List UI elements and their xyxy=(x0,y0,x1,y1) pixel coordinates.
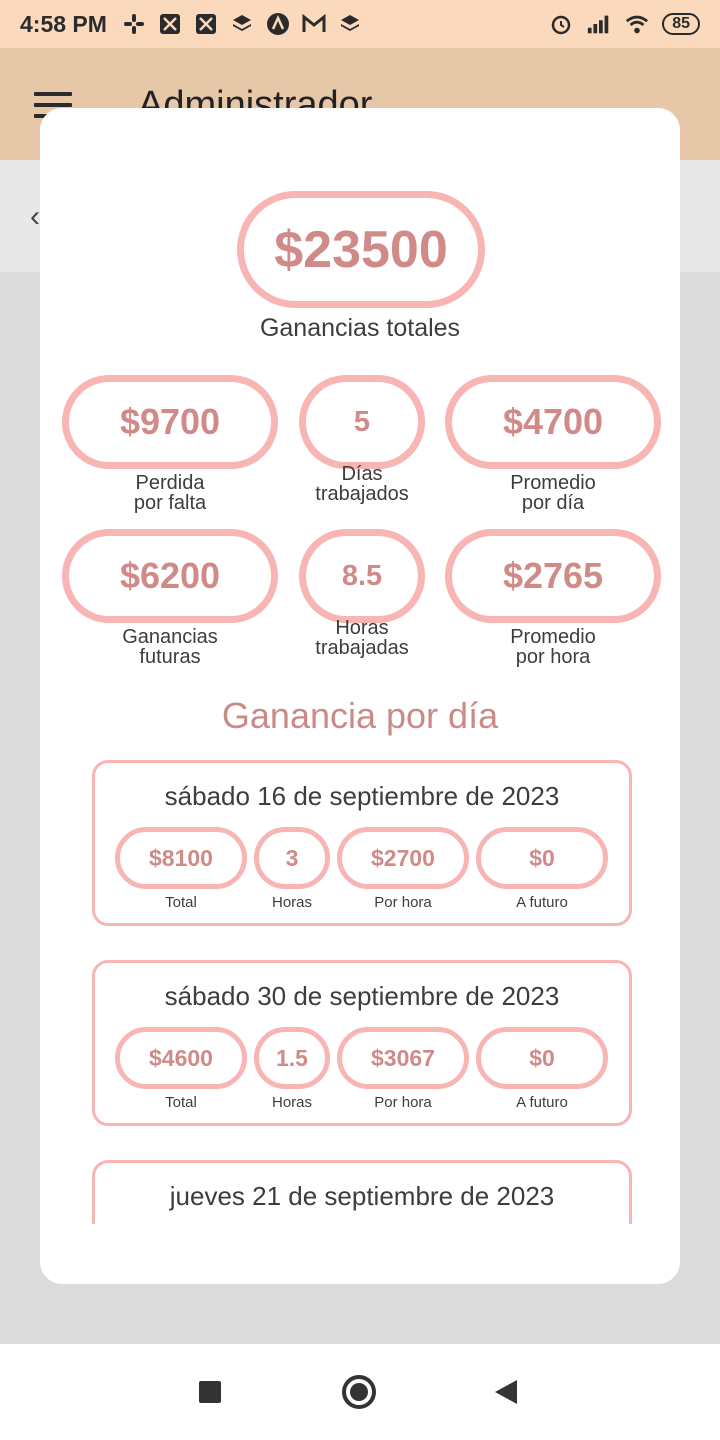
future-earnings-value: $6200 xyxy=(62,529,278,623)
back-arrow-icon[interactable]: ‹ xyxy=(30,200,40,234)
day-hours-label: Horas xyxy=(271,1094,312,1111)
home-button[interactable] xyxy=(342,1375,376,1409)
days-worked-value: 5 xyxy=(299,375,425,469)
app-notification-icon xyxy=(193,11,219,37)
day-card: jueves 21 de septiembre de 2023 xyxy=(92,1160,632,1224)
loss-absence-label: Perdida por falta xyxy=(133,472,207,514)
layers-icon xyxy=(337,11,363,37)
total-earnings-value: $23500 xyxy=(237,191,485,308)
day-per-hour-value: $2700 xyxy=(337,827,469,889)
day-total-label: Total xyxy=(165,1094,197,1111)
signal-icon xyxy=(586,11,612,37)
layers-icon xyxy=(229,11,255,37)
avg-per-day-label: Promedio por día xyxy=(510,472,596,514)
avg-per-hour-label: Promedio por hora xyxy=(510,626,596,668)
gmail-icon xyxy=(301,11,327,37)
day-title: sábado 16 de septiembre de 2023 xyxy=(164,781,560,811)
day-total-label: Total xyxy=(165,894,197,911)
back-button[interactable] xyxy=(495,1380,517,1404)
loss-absence-value: $9700 xyxy=(62,375,278,469)
total-earnings-label: Ganancias totales xyxy=(259,314,461,342)
app-notification-icon xyxy=(157,11,183,37)
hours-worked-label: Horas trabajadas xyxy=(315,617,409,659)
day-title: sábado 30 de septiembre de 2023 xyxy=(164,981,560,1011)
system-icons: 85 xyxy=(548,11,700,37)
alarm-icon xyxy=(548,11,574,37)
hours-worked-value: 8.5 xyxy=(299,529,425,623)
status-time: 4:58 PM xyxy=(20,10,107,37)
day-hours-value: 1.5 xyxy=(254,1027,330,1089)
notification-icons xyxy=(121,11,363,37)
day-hours-label: Horas xyxy=(271,894,312,911)
avg-per-day-value: $4700 xyxy=(445,375,661,469)
app-a-icon xyxy=(265,11,291,37)
future-earnings-label: Ganancias futuras xyxy=(122,626,218,668)
day-total-value: $8100 xyxy=(115,827,247,889)
recent-apps-button[interactable] xyxy=(199,1381,221,1403)
day-card: sábado 16 de septiembre de 2023 $8100 3 … xyxy=(92,760,632,926)
day-future-value: $0 xyxy=(476,827,608,889)
battery-indicator: 85 xyxy=(662,13,700,35)
section-title: Ganancia por día xyxy=(221,695,499,736)
avg-per-hour-value: $2765 xyxy=(445,529,661,623)
day-per-hour-label: Por hora xyxy=(374,894,432,911)
day-future-value: $0 xyxy=(476,1027,608,1089)
day-future-label: A futuro xyxy=(516,894,568,911)
day-title: jueves 21 de septiembre de 2023 xyxy=(169,1181,555,1211)
day-per-hour-label: Por hora xyxy=(374,1094,432,1111)
navigation-bar xyxy=(0,1344,720,1440)
earnings-dialog: $23500 Ganancias totales $9700 5 $4700 P… xyxy=(40,108,680,1284)
day-per-hour-value: $3067 xyxy=(337,1027,469,1089)
day-hours-value: 3 xyxy=(254,827,330,889)
wifi-icon xyxy=(624,11,650,37)
days-worked-label: Días trabajados xyxy=(315,463,409,505)
day-total-value: $4600 xyxy=(115,1027,247,1089)
day-card: sábado 30 de septiembre de 2023 $4600 1.… xyxy=(92,960,632,1126)
status-bar: 4:58 PM 85 xyxy=(0,0,720,48)
day-future-label: A futuro xyxy=(516,1094,568,1111)
slack-icon xyxy=(121,11,147,37)
